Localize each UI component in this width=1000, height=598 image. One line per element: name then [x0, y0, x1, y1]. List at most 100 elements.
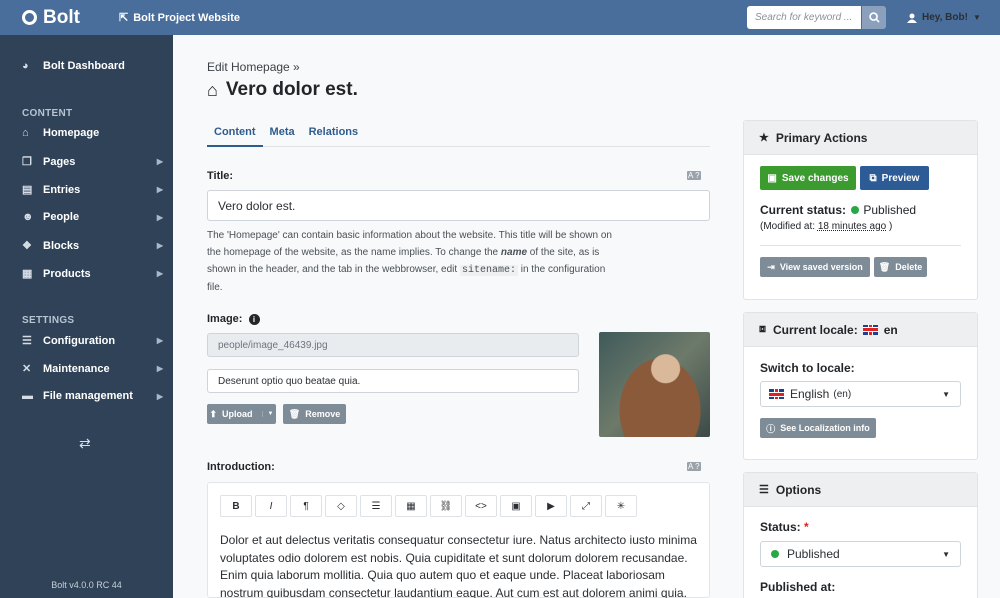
search-icon [868, 12, 880, 23]
home-icon: ⌂ [22, 127, 29, 139]
save-icon: ▣ [767, 172, 777, 184]
file-icon: ▤ [22, 184, 33, 196]
external-link-icon: ⧉ [869, 172, 877, 184]
uk-flag-icon [769, 389, 784, 399]
user-icon [907, 13, 917, 23]
search-button[interactable] [862, 6, 886, 29]
special-chars-button[interactable]: ✳ [605, 495, 637, 517]
upload-label: Upload [222, 409, 253, 419]
breadcrumb[interactable]: Edit Homepage » [207, 60, 300, 74]
bold-button[interactable]: B [220, 495, 252, 517]
sidebar-item-homepage[interactable]: ⌂ Homepage [22, 127, 167, 139]
sidebar-item-blocks[interactable]: ❖ Blocks ▶ [22, 239, 167, 253]
sidebar-item-label: Homepage [43, 127, 100, 139]
video-button[interactable]: ▶ [535, 495, 567, 517]
translate-icon: A ? [687, 462, 701, 471]
caret-down-icon[interactable]: ▼ [261, 411, 274, 417]
view-saved-version-button[interactable]: ⇥ View saved version [760, 257, 870, 277]
tab-meta[interactable]: Meta [263, 120, 302, 146]
user-menu[interactable]: Hey, Bob! ▼ [907, 0, 981, 35]
info-circle-icon[interactable]: i [248, 314, 260, 325]
sidebar-item-file-management[interactable]: ▬ File management ▶ [22, 390, 167, 402]
boxes-icon: ▦ [22, 268, 33, 280]
image-button[interactable]: ▣ [500, 495, 532, 517]
image-alt-field[interactable]: Deserunt optio quo beatae quia. [207, 369, 579, 393]
site-link[interactable]: ⇱ Bolt Project Website [119, 11, 240, 25]
italic-button[interactable]: I [255, 495, 287, 517]
delete-button[interactable]: 🗑 Delete [874, 257, 927, 277]
status-dot-icon [771, 550, 779, 558]
sidebar-item-dashboard[interactable]: ◕ Bolt Dashboard [22, 60, 167, 72]
sidebar-toggle-icon[interactable]: ⇄ [79, 435, 91, 452]
language-icon: ⧈ [759, 323, 766, 335]
chevron-right-icon: ▶ [156, 241, 163, 250]
sidebar-item-products[interactable]: ▦ Products ▶ [22, 267, 167, 281]
users-icon: ☻ [22, 211, 34, 223]
remove-button[interactable]: 🗑 Remove [283, 404, 346, 424]
paragraph-button[interactable]: ¶ [290, 495, 322, 517]
image-thumbnail[interactable] [599, 332, 710, 437]
preview-label: Preview [881, 172, 920, 184]
introduction-text[interactable]: Dolor et aut delectus veritatis consequa… [220, 532, 700, 598]
status-dot-icon [851, 206, 860, 214]
image-path-field[interactable]: people/image_46439.jpg [207, 333, 579, 357]
save-label: Save changes [781, 172, 849, 184]
options-header: ☰ Options [744, 473, 977, 507]
sidebar-item-label: Pages [43, 155, 76, 168]
sidebar-item-entries[interactable]: ▤ Entries ▶ [22, 183, 167, 197]
fullscreen-button[interactable]: ⤢ [570, 495, 602, 517]
options-status-label: Status: * [760, 520, 809, 534]
star-icon: ★ [759, 132, 769, 144]
locale-select[interactable]: English (en) ▼ [760, 381, 961, 407]
preview-button[interactable]: ⧉ Preview [860, 166, 929, 190]
caret-down-icon: ▼ [942, 389, 950, 399]
chevron-right-icon: ▶ [156, 212, 163, 222]
chevron-right-icon: ▶ [156, 269, 163, 278]
cubes-icon: ❖ [22, 240, 32, 252]
title-help-text: The 'Homepage' can contain basic informa… [207, 227, 622, 296]
locale-selected-code: (en) [833, 388, 852, 400]
sidebar-item-configuration[interactable]: ☰ Configuration ▶ [22, 334, 167, 348]
current-status: Current status: Published [760, 203, 916, 217]
modified-value: 18 minutes ago [817, 221, 887, 232]
tab-content[interactable]: Content [207, 120, 263, 147]
caret-down-icon: ▼ [942, 549, 950, 559]
introduction-editor[interactable]: B I ¶ ◇ ☰ ▦ ⛓ <> ▣ ▶ ⤢ ✳ Dolor et aut de… [207, 482, 710, 598]
sign-in-icon: ⇥ [767, 261, 775, 272]
locale-card: ⧈ Current locale: en Switch to locale: E… [743, 312, 978, 460]
card-title: Options [775, 482, 822, 497]
home-icon: ⌂ [207, 79, 218, 100]
copy-icon: ❐ [22, 156, 32, 168]
help-text-code: sitename: [459, 265, 518, 276]
primary-actions-header: ★ Primary Actions [744, 121, 977, 155]
status-selected: Published [787, 547, 840, 561]
save-button[interactable]: ▣ Save changes [760, 166, 856, 190]
table-button[interactable]: ▦ [395, 495, 427, 517]
title-field[interactable]: Vero dolor est. [207, 190, 710, 221]
search-input[interactable]: Search for keyword ... [747, 6, 861, 29]
delete-label: Delete [895, 262, 923, 272]
list-button[interactable]: ☰ [360, 495, 392, 517]
sidebar-item-people[interactable]: ☻ People ▶ [22, 211, 167, 223]
link-button[interactable]: ⛓ [430, 495, 462, 517]
site-link-label: Bolt Project Website [133, 11, 240, 24]
chevron-right-icon: ▶ [156, 391, 163, 401]
localization-info-button[interactable]: ⓘ See Localization info [760, 418, 876, 438]
code-button[interactable]: <> [465, 495, 497, 517]
chevron-right-icon: ▶ [156, 364, 163, 373]
upload-button[interactable]: ⬆ Upload ▼ [207, 404, 276, 424]
format-button[interactable]: ◇ [325, 495, 357, 517]
sidebar-item-label: Configuration [43, 334, 116, 347]
view-saved-label: View saved version [779, 262, 863, 272]
image-label-text: Image: [207, 313, 243, 325]
chevron-right-icon: ▶ [156, 336, 163, 345]
sidebar-item-maintenance[interactable]: ✕ Maintenance ▶ [22, 362, 167, 376]
uk-flag-icon [862, 324, 878, 335]
page-title-text: Vero dolor est. [225, 79, 358, 100]
page-title: ⌂ Vero dolor est. [207, 79, 358, 101]
chevron-right-icon: ▶ [156, 185, 163, 194]
tab-relations[interactable]: Relations [302, 120, 366, 146]
sidebar-item-pages[interactable]: ❐ Pages ▶ [22, 155, 167, 169]
divider [760, 245, 961, 246]
status-select[interactable]: Published ▼ [760, 541, 961, 567]
